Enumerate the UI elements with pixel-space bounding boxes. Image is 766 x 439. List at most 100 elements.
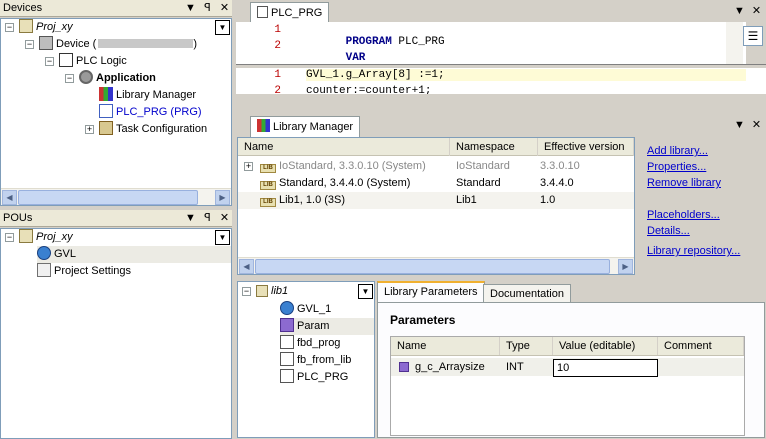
devices-panel: Devices ▼ ꟼ ✕ − Proj_xy ▼ − Device () − …	[0, 0, 232, 206]
code-line: counter:=counter+1;	[306, 85, 432, 94]
library-version: 3.4.4.0	[540, 177, 574, 189]
details-link[interactable]: Details...	[647, 225, 690, 237]
tab-library-manager[interactable]: Library Manager	[250, 116, 361, 137]
tree-item-param[interactable]: Param	[280, 318, 374, 335]
settings-icon	[37, 263, 51, 277]
close-icon[interactable]: ✕	[751, 3, 762, 20]
tree-item-project[interactable]: Proj_xy	[19, 19, 73, 36]
tree-item-application[interactable]: Application	[79, 70, 156, 87]
plc-prg-label: PLC_PRG	[297, 371, 349, 383]
tab-documentation[interactable]: Documentation	[483, 284, 571, 302]
pin-icon[interactable]: ꟼ	[202, 210, 213, 227]
column-header-value[interactable]: Value (editable)	[553, 337, 658, 355]
library-grid[interactable]: Name Namespace Effective version + LIB IoS…	[237, 137, 635, 275]
tree-item-plc-prg[interactable]: PLC_PRG	[280, 369, 348, 386]
tab-plc-prg-label: PLC_PRG	[271, 7, 323, 19]
tree-item-plc-logic[interactable]: PLC Logic	[59, 53, 127, 70]
expander-minus[interactable]: −	[5, 23, 14, 32]
library-version: 3.3.0.10	[540, 160, 580, 172]
application-label: Application	[96, 72, 156, 84]
library-contents-tree[interactable]: − lib1 ▼ GVL_1 Param fbd_prog fb_from_li…	[237, 281, 375, 438]
column-header-name[interactable]: Name	[238, 138, 450, 156]
tab-plc-prg[interactable]: PLC_PRG	[250, 2, 330, 22]
expander-minus[interactable]: −	[65, 74, 74, 83]
tree-item-task-config[interactable]: Task Configuration	[99, 121, 207, 138]
chevron-down-icon[interactable]: ▼	[358, 284, 373, 299]
scroll-track[interactable]	[726, 22, 743, 64]
parameters-table[interactable]: Name Type Value (editable) Comment g_c_A…	[390, 336, 745, 436]
chevron-down-icon[interactable]: ▼	[734, 3, 745, 20]
library-rows: + LIB IoStandard, 3.3.0.10 (System) IoStand…	[238, 158, 634, 258]
expander-minus[interactable]: −	[5, 233, 14, 242]
pous-panel: POUs ▼ ꟼ ✕ − Proj_xy ▼ GVL Project Setti…	[0, 210, 232, 439]
scroll-thumb[interactable]	[255, 259, 610, 274]
chevron-down-icon[interactable]: ▼	[215, 20, 230, 35]
add-library-link[interactable]: Add library...	[647, 145, 708, 157]
plc-logic-label: PLC Logic	[76, 55, 127, 67]
pin-icon[interactable]: ꟼ	[202, 0, 213, 17]
scroll-right-icon[interactable]: ▶	[618, 259, 633, 274]
device-icon	[39, 36, 53, 50]
library-row[interactable]: LIB Standard, 3.4.4.0 (System) Standard 3.4…	[238, 175, 634, 192]
tree-item-library-manager[interactable]: Library Manager	[99, 87, 196, 104]
scroll-left-icon[interactable]: ◀	[2, 190, 17, 205]
placeholders-link[interactable]: Placeholders...	[647, 209, 720, 221]
library-repository-link[interactable]: Library repository...	[647, 245, 740, 257]
remove-library-link[interactable]: Remove library	[647, 177, 721, 189]
pous-tree[interactable]: − Proj_xy ▼ GVL Project Settings	[0, 228, 232, 439]
tree-item-plc-prg[interactable]: PLC_PRG (PRG)	[99, 104, 202, 121]
scroll-thumb[interactable]	[18, 190, 198, 205]
library-namespace: Lib1	[456, 194, 477, 206]
tab-library-parameters[interactable]: Library Parameters	[377, 281, 485, 302]
line-number: 2	[274, 40, 281, 52]
fb-from-lib-label: fb_from_lib	[297, 354, 352, 366]
view-toggle-button[interactable]: ☰	[743, 26, 763, 46]
properties-link[interactable]: Properties...	[647, 161, 706, 173]
library-manager-label: Library Manager	[116, 89, 197, 101]
library-hscrollbar[interactable]: ◀ ▶	[238, 257, 634, 274]
column-header-name[interactable]: Name	[391, 337, 500, 355]
expander-minus[interactable]: −	[45, 57, 54, 66]
tree-item-gvl[interactable]: GVL	[37, 246, 231, 263]
tree-item-project[interactable]: Proj_xy	[19, 229, 73, 246]
column-header-comment[interactable]: Comment	[658, 337, 744, 355]
column-header-version[interactable]: Effective version	[538, 138, 634, 156]
parameter-icon	[399, 362, 409, 372]
chevron-down-icon[interactable]: ▼	[185, 0, 196, 17]
tree-item-lib1[interactable]: lib1	[256, 283, 288, 300]
close-icon[interactable]: ✕	[219, 0, 230, 17]
column-header-type[interactable]: Type	[500, 337, 553, 355]
plc-prg-label: PLC_PRG (PRG)	[116, 106, 202, 118]
devices-hscrollbar[interactable]: ◀ ▶	[1, 188, 231, 205]
expander-minus[interactable]: −	[242, 287, 251, 296]
library-row[interactable]: LIB Lib1, 1.0 (3S) Lib1 1.0	[238, 192, 634, 209]
device-label: Device (	[56, 38, 97, 50]
expander-plus[interactable]: +	[85, 125, 94, 134]
devices-title-text: Devices	[3, 2, 43, 14]
expander-plus[interactable]: +	[244, 162, 253, 171]
devices-tree[interactable]: − Proj_xy ▼ − Device () − PLC Logic − Ap…	[0, 18, 232, 206]
param-value-input[interactable]: 10	[553, 359, 658, 377]
library-row[interactable]: + LIB IoStandard, 3.3.0.10 (System) IoStand…	[238, 158, 634, 175]
line-number: 1	[274, 69, 281, 81]
tree-item-gvl-1[interactable]: GVL_1	[280, 301, 331, 318]
program-icon	[280, 369, 294, 383]
declaration-editor[interactable]: 1 PROGRAM PLC_PRG 2 VAR	[236, 22, 746, 64]
tree-item-project-settings[interactable]: Project Settings	[37, 263, 131, 280]
chevron-down-icon[interactable]: ▼	[215, 230, 230, 245]
close-icon[interactable]: ✕	[751, 117, 762, 134]
tree-item-fb-from-lib[interactable]: fb_from_lib	[280, 352, 351, 369]
globe-icon	[280, 301, 294, 315]
tree-item-device[interactable]: Device ()	[39, 36, 197, 53]
scroll-left-icon[interactable]: ◀	[239, 259, 254, 274]
column-header-namespace[interactable]: Namespace	[450, 138, 538, 156]
implementation-editor[interactable]: 1 GVL_1.g_Array[8] :=1; 2 counter:=count…	[236, 68, 766, 94]
tree-item-fbd-prog[interactable]: fbd_prog	[280, 335, 340, 352]
scroll-right-icon[interactable]: ▶	[215, 190, 230, 205]
function-block-icon	[280, 352, 294, 366]
expander-minus[interactable]: −	[25, 40, 34, 49]
chevron-down-icon[interactable]: ▼	[185, 210, 196, 227]
chevron-down-icon[interactable]: ▼	[734, 117, 745, 134]
parameter-row[interactable]: g_c_Arraysize INT 10	[391, 358, 744, 377]
close-icon[interactable]: ✕	[219, 210, 230, 227]
